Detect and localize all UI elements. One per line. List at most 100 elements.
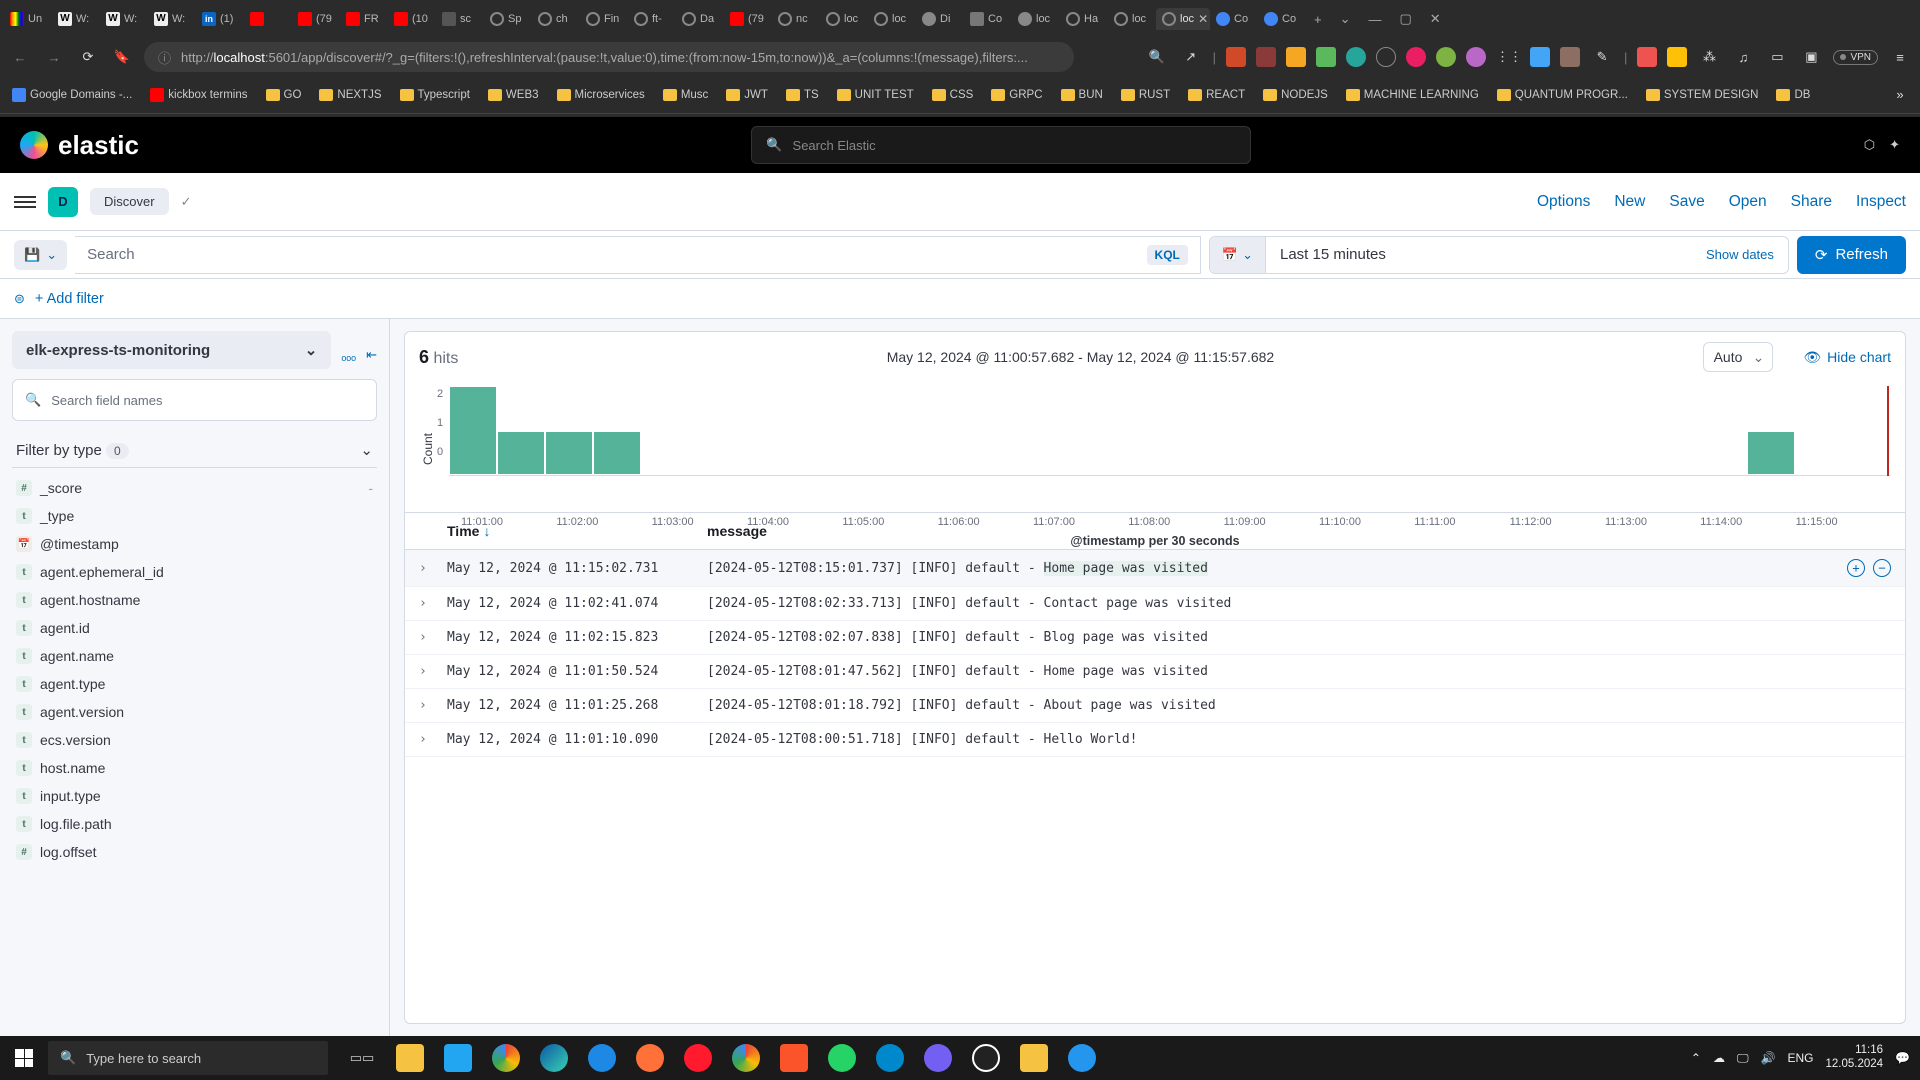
telegram-icon[interactable]: [866, 1036, 914, 1080]
ext-icon[interactable]: [1637, 47, 1657, 67]
bookmark-item[interactable]: Microservices: [553, 87, 649, 103]
browser-tab[interactable]: loc: [820, 8, 868, 30]
ext-icon[interactable]: [1560, 47, 1580, 67]
browser-tab[interactable]: FR: [340, 8, 388, 30]
discover-action-link[interactable]: Open: [1729, 193, 1767, 211]
zoom-icon[interactable]: 🔍: [1145, 49, 1169, 65]
whatsapp-icon[interactable]: [818, 1036, 866, 1080]
field-row[interactable]: #log.offset: [12, 838, 377, 866]
maximize-button[interactable]: ▢: [1400, 11, 1412, 27]
edge-icon[interactable]: [530, 1036, 578, 1080]
close-window-button[interactable]: ✕: [1430, 11, 1441, 27]
browser-tab[interactable]: Co: [1258, 8, 1306, 30]
ext-brave-icon[interactable]: [1226, 47, 1246, 67]
extensions-icon[interactable]: ⁂: [1697, 49, 1721, 65]
new-tab-button[interactable]: +: [1314, 12, 1322, 27]
sticky-notes-icon[interactable]: [1010, 1036, 1058, 1080]
ext-adblock-icon[interactable]: [1256, 47, 1276, 67]
browser-tab[interactable]: Ha: [1060, 8, 1108, 30]
start-button[interactable]: [0, 1036, 48, 1080]
chart-bar[interactable]: [593, 431, 641, 476]
open-external-icon[interactable]: ↗: [1179, 49, 1203, 65]
field-row[interactable]: #_score-: [12, 474, 377, 502]
discover-action-link[interactable]: Options: [1537, 193, 1590, 211]
add-filter-button[interactable]: + Add filter: [35, 291, 104, 307]
menu-icon[interactable]: ≡: [1888, 50, 1912, 65]
volume-icon[interactable]: 🔊: [1761, 1051, 1776, 1065]
ext-icon[interactable]: [1406, 47, 1426, 67]
expand-row-button[interactable]: ›: [419, 732, 447, 747]
filter-settings-icon[interactable]: ⊜: [14, 291, 25, 307]
show-dates-button[interactable]: Show dates: [1692, 247, 1788, 262]
wallet-icon[interactable]: ▭: [1765, 49, 1789, 65]
bookmark-item[interactable]: NODEJS: [1259, 87, 1332, 103]
panel-icon[interactable]: ▣: [1799, 49, 1823, 65]
browser-tab[interactable]: [244, 8, 292, 30]
browser-tab[interactable]: ft-: [628, 8, 676, 30]
firefox-icon[interactable]: [626, 1036, 674, 1080]
discover-action-link[interactable]: Inspect: [1856, 193, 1906, 211]
query-input[interactable]: Search KQL: [75, 236, 1201, 274]
tray-overflow-icon[interactable]: ⌃: [1691, 1051, 1701, 1065]
remove-filter-icon[interactable]: −: [1873, 559, 1891, 577]
interval-select[interactable]: Auto: [1703, 342, 1774, 372]
filter-by-type-toggle[interactable]: Filter by type 0 ⌄: [12, 433, 377, 468]
ext-icon[interactable]: [1667, 47, 1687, 67]
field-row[interactable]: tagent.name: [12, 642, 377, 670]
bookmark-item[interactable]: NEXTJS: [315, 87, 385, 103]
cloud-sync-icon[interactable]: ☁: [1713, 1051, 1725, 1065]
expand-row-button[interactable]: ›: [419, 561, 447, 576]
dataview-toggle[interactable]: 💾 ⌄: [14, 240, 67, 270]
vscode-icon[interactable]: [434, 1036, 482, 1080]
ext-icon[interactable]: [1346, 47, 1366, 67]
help-icon[interactable]: ✦: [1889, 137, 1900, 153]
field-row[interactable]: tagent.id: [12, 614, 377, 642]
bookmark-item[interactable]: Typescript: [396, 87, 474, 103]
bookmark-item[interactable]: QUANTUM PROGR...: [1493, 87, 1632, 103]
histogram-chart[interactable]: Count 210 11:01:0011:02:0011:03:0011:04:…: [405, 382, 1905, 512]
browser-tab[interactable]: Di: [916, 8, 964, 30]
hide-chart-button[interactable]: 👁 Hide chart: [1803, 349, 1891, 366]
browser-tab[interactable]: Fin: [580, 8, 628, 30]
add-filter-icon[interactable]: +: [1847, 559, 1865, 577]
refresh-button[interactable]: ⟳ Refresh: [1797, 236, 1906, 274]
ext-icon[interactable]: [1286, 47, 1306, 67]
bookmark-item[interactable]: GO: [262, 87, 306, 103]
sidebar-collapse-icon[interactable]: ⇤: [366, 347, 377, 363]
expand-row-button[interactable]: ›: [419, 630, 447, 645]
bookmark-item[interactable]: REACT: [1184, 87, 1249, 103]
browser-tab[interactable]: WW:: [100, 8, 148, 30]
field-row[interactable]: 📅@timestamp: [12, 530, 377, 558]
chart-bar[interactable]: [545, 431, 593, 476]
bookmark-item[interactable]: WEB3: [484, 87, 543, 103]
site-info-icon[interactable]: ⓘ: [158, 48, 171, 67]
chart-bar[interactable]: [1747, 431, 1795, 476]
space-badge[interactable]: D: [48, 187, 78, 217]
browser-tab[interactable]: Co: [964, 8, 1012, 30]
firefox-dev-icon[interactable]: [578, 1036, 626, 1080]
bookmark-item[interactable]: BUN: [1057, 87, 1107, 103]
browser-tab[interactable]: Un: [4, 8, 52, 30]
chart-bar[interactable]: [449, 386, 497, 475]
elastic-search-input[interactable]: 🔍 Search Elastic: [751, 126, 1251, 164]
bookmark-item[interactable]: CSS: [928, 87, 978, 103]
bookmark-item[interactable]: UNIT TEST: [833, 87, 918, 103]
bookmark-item[interactable]: kickbox termins: [146, 86, 251, 104]
bookmark-item[interactable]: Musc: [659, 87, 712, 103]
tabs-dropdown-icon[interactable]: ⌄: [1340, 11, 1351, 27]
network-icon[interactable]: 🖵: [1737, 1051, 1749, 1066]
browser-tab[interactable]: Co: [1210, 8, 1258, 30]
opera-icon[interactable]: [674, 1036, 722, 1080]
time-range-text[interactable]: Last 15 minutes: [1266, 246, 1692, 263]
expand-row-button[interactable]: ›: [419, 664, 447, 679]
bookmark-item[interactable]: DB: [1772, 87, 1814, 103]
taskbar-search[interactable]: 🔍 Type here to search: [48, 1041, 328, 1075]
browser-tab[interactable]: loc: [1012, 8, 1060, 30]
field-search-input[interactable]: 🔍 Search field names: [12, 379, 377, 421]
browser-tab[interactable]: nc: [772, 8, 820, 30]
browser-tab[interactable]: (79: [292, 8, 340, 30]
browser-tab[interactable]: loc: [1108, 8, 1156, 30]
chrome-icon[interactable]: [482, 1036, 530, 1080]
ext-icon[interactable]: [1530, 47, 1550, 67]
browser-tab[interactable]: ch: [532, 8, 580, 30]
